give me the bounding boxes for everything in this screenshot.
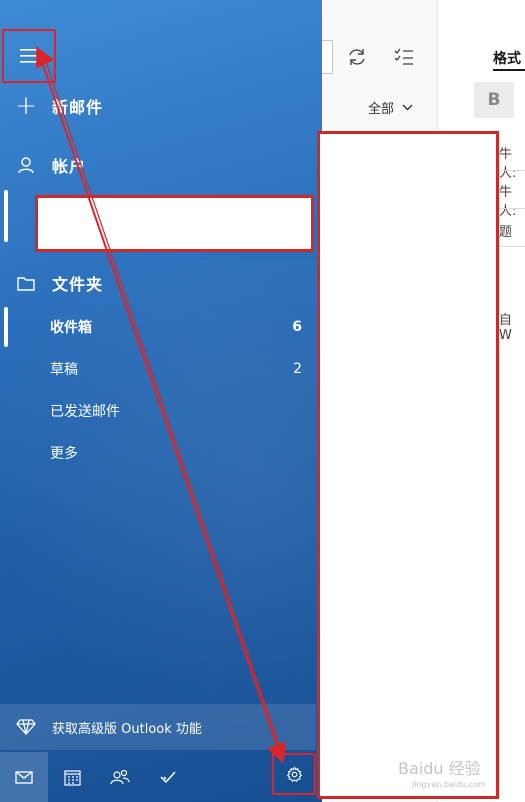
search-input[interactable] — [322, 40, 333, 74]
cc-field-label: 牛人: — [499, 185, 517, 219]
calendar-icon — [63, 769, 81, 786]
people-icon — [110, 769, 130, 785]
gear-icon — [286, 765, 302, 782]
mail-button[interactable] — [0, 752, 48, 802]
subject-field-label: 题 — [499, 225, 513, 240]
account-selection-indicator — [4, 190, 8, 242]
hamburger-icon — [20, 49, 38, 63]
person-icon — [0, 156, 52, 174]
folders-label: 文件夹 — [52, 275, 104, 294]
refresh-icon — [349, 49, 365, 65]
folder-inbox[interactable]: 收件箱 6 — [50, 315, 302, 339]
inbox-selection-indicator — [4, 307, 8, 347]
annotation-box-list — [317, 131, 499, 799]
folder-more[interactable]: 更多 — [50, 441, 302, 465]
folder-icon — [0, 275, 52, 291]
diamond-icon — [0, 719, 52, 735]
watermark-url: jingyan.baidu.com — [412, 780, 486, 789]
bold-button[interactable]: B — [474, 82, 514, 118]
app-switcher — [0, 752, 316, 802]
calendar-button[interactable] — [48, 752, 96, 802]
to-field-label: 牛人: — [499, 147, 517, 181]
account-item-redacted[interactable] — [35, 195, 314, 252]
navigation-pane: + 新邮件 帐户 文件夹 收件箱 6 草稿 2 已发送邮件 更多 获取高级版 O… — [0, 0, 322, 802]
new-mail-button[interactable]: + 新邮件 — [0, 88, 322, 124]
todo-button[interactable] — [144, 752, 192, 802]
folder-drafts[interactable]: 草稿 2 — [50, 357, 302, 381]
folder-label: 草稿 — [50, 362, 78, 378]
divider — [499, 208, 525, 209]
filter-dropdown[interactable]: 全部 — [368, 98, 413, 117]
divider — [499, 170, 525, 171]
tab-format[interactable]: 格式 — [493, 48, 521, 68]
menu-button[interactable] — [2, 29, 56, 83]
upgrade-button[interactable]: 获取高级版 Outlook 功能 — [0, 704, 316, 750]
unread-count: 2 — [293, 361, 302, 377]
checkmark-icon — [160, 771, 176, 783]
chevron-down-icon — [402, 104, 413, 111]
filter-label: 全部 — [368, 102, 395, 117]
folder-label: 已发送邮件 — [50, 404, 120, 420]
upgrade-label: 获取高级版 Outlook 功能 — [52, 721, 202, 737]
accounts-label: 帐户 — [52, 157, 87, 176]
watermark: Baidu 经验 — [398, 759, 481, 778]
settings-button[interactable] — [272, 753, 316, 795]
message-body-snippet: 自 W — [499, 313, 513, 343]
unread-count: 6 — [292, 319, 302, 335]
plus-icon: + — [15, 91, 37, 121]
folder-sent[interactable]: 已发送邮件 — [50, 399, 302, 423]
folder-label: 收件箱 — [50, 320, 92, 336]
accounts-header[interactable]: 帐户 — [0, 148, 322, 182]
folders-header[interactable]: 文件夹 — [0, 266, 322, 300]
checklist-icon — [394, 48, 413, 65]
selection-mode-button[interactable] — [392, 45, 416, 69]
folder-label: 更多 — [50, 446, 78, 462]
people-button[interactable] — [96, 752, 144, 802]
sync-button[interactable] — [345, 45, 369, 69]
new-mail-label: 新邮件 — [52, 98, 104, 117]
divider — [499, 246, 525, 247]
tab-active-indicator — [493, 69, 525, 71]
mail-icon — [15, 770, 33, 784]
